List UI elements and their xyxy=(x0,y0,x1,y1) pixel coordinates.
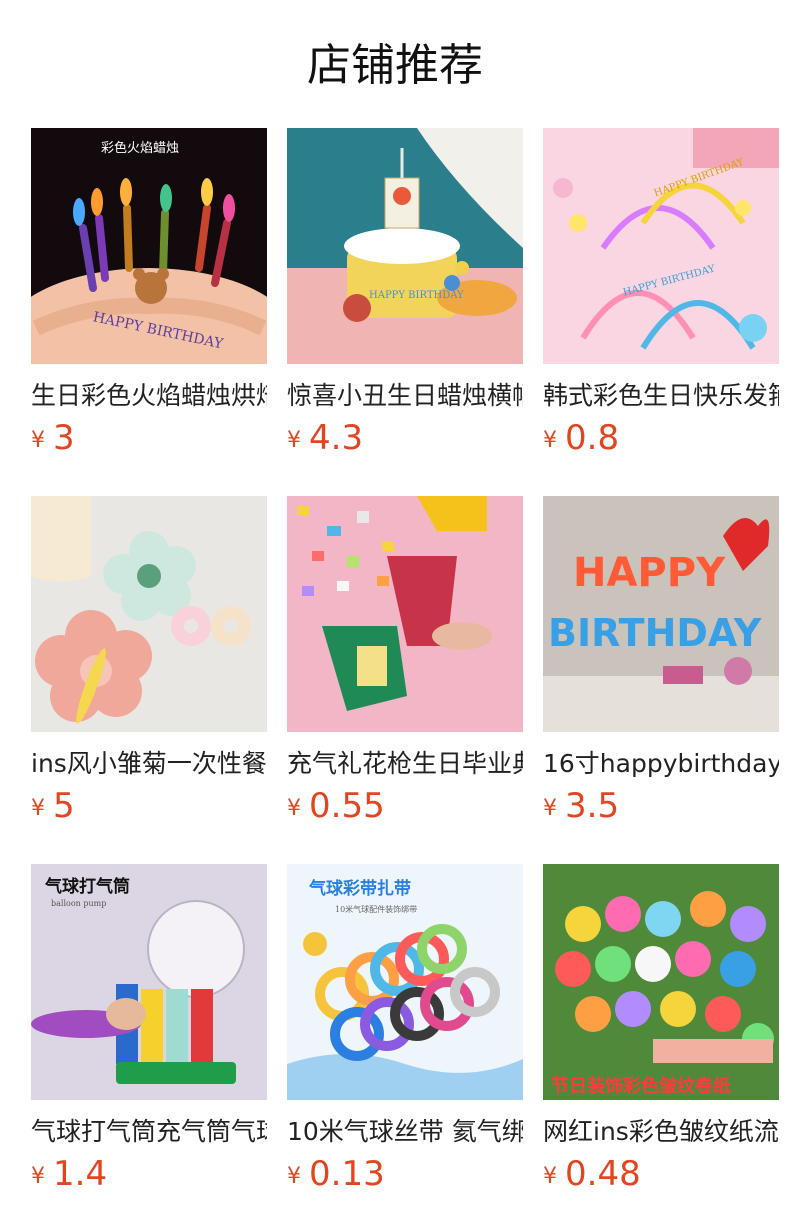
currency-symbol: ¥ xyxy=(287,1164,301,1189)
svg-text:气球彩带扎带: 气球彩带扎带 xyxy=(308,878,411,899)
product-name: 韩式彩色生日快乐发箍 xyxy=(543,381,779,410)
price-value: 5 xyxy=(53,786,75,826)
price-value: 3.5 xyxy=(565,786,620,826)
product-card[interactable]: 充气礼花枪生日毕业典礼 ¥0.55 xyxy=(287,496,523,864)
currency-symbol: ¥ xyxy=(31,1164,45,1189)
product-price: ¥0.55 xyxy=(287,786,385,826)
product-price: ¥4.3 xyxy=(287,418,363,458)
page-title: 店铺推荐 xyxy=(307,40,483,91)
currency-symbol: ¥ xyxy=(31,428,45,453)
currency-symbol: ¥ xyxy=(543,1164,557,1189)
product-card[interactable]: 节日装饰彩色皱纹卷纸 网红ins彩色皱纹纸流苏 ¥0.48 xyxy=(543,864,779,1232)
store-recommend-page: 店铺推荐 彩色火焰蜡烛 HAPPY BIRTHDAY 生日彩色火焰蜡烛烘焙 ¥ … xyxy=(0,0,790,1232)
product-name: ins风小雏菊一次性餐盘 xyxy=(31,749,267,778)
product-name: 16寸happybirthday字母气球 xyxy=(543,749,779,778)
product-image[interactable]: 气球打气筒 balloon pump xyxy=(31,864,267,1100)
price-value: 3 xyxy=(53,418,75,458)
product-card[interactable]: HAPPY BIRTHDAY 16寸happybirthday字母气球 ¥3.5 xyxy=(543,496,779,864)
product-card[interactable]: ins风小雏菊一次性餐盘 ¥5 xyxy=(31,496,267,864)
svg-text:BIRTHDAY: BIRTHDAY xyxy=(548,611,762,655)
currency-symbol: ¥ xyxy=(31,796,45,821)
product-price: ¥1.4 xyxy=(31,1154,107,1194)
product-price: ¥0.8 xyxy=(543,418,619,458)
price-value: 0.55 xyxy=(309,786,385,826)
currency-symbol: ¥ xyxy=(543,796,557,821)
product-name: 充气礼花枪生日毕业典礼 xyxy=(287,749,523,778)
price-value: 0.13 xyxy=(309,1154,385,1194)
product-card[interactable]: HAPPY BIRTHDAY HAPPY BIRTHDAY 韩式彩色生日快乐发箍… xyxy=(543,128,779,496)
product-card[interactable]: 气球打气筒 balloon pump 气球打气筒充气筒气球工具 ¥1.4 xyxy=(31,864,267,1232)
product-card[interactable]: HAPPY BIRTHDAY 惊喜小丑生日蜡烛横幅 ¥4.3 xyxy=(287,128,523,496)
currency-symbol: ¥ xyxy=(287,796,301,821)
product-grid: 彩色火焰蜡烛 HAPPY BIRTHDAY 生日彩色火焰蜡烛烘焙 ¥3 HAPP… xyxy=(31,128,779,1232)
currency-symbol: ¥ xyxy=(543,428,557,453)
product-image[interactable]: HAPPY BIRTHDAY xyxy=(287,128,523,364)
product-image[interactable] xyxy=(287,496,523,732)
product-card[interactable]: 气球彩带扎带 10米气球配件装饰绑带 10米气球丝带 氦气绑带 ¥0.13 xyxy=(287,864,523,1232)
product-name: 10米气球丝带 氦气绑带 xyxy=(287,1117,523,1146)
product-image[interactable]: 气球彩带扎带 10米气球配件装饰绑带 xyxy=(287,864,523,1100)
product-image[interactable]: 节日装饰彩色皱纹卷纸 xyxy=(543,864,779,1100)
product-name: 生日彩色火焰蜡烛烘焙 xyxy=(31,381,267,410)
product-image[interactable] xyxy=(31,496,267,732)
svg-text:balloon pump: balloon pump xyxy=(51,899,106,908)
currency-symbol: ¥ xyxy=(287,428,301,453)
svg-text:HAPPY: HAPPY xyxy=(573,550,726,596)
svg-text:彩色火焰蜡烛: 彩色火焰蜡烛 xyxy=(101,140,179,156)
svg-text:气球打气筒: 气球打气筒 xyxy=(44,876,130,897)
product-image[interactable]: HAPPY BIRTHDAY xyxy=(543,496,779,732)
price-value: 1.4 xyxy=(53,1154,108,1194)
product-price: ¥3 xyxy=(31,418,75,458)
product-name: 惊喜小丑生日蜡烛横幅 xyxy=(287,381,523,410)
product-card[interactable]: 彩色火焰蜡烛 HAPPY BIRTHDAY 生日彩色火焰蜡烛烘焙 ¥3 xyxy=(31,128,267,496)
product-price: ¥3.5 xyxy=(543,786,619,826)
product-name: 气球打气筒充气筒气球工具 xyxy=(31,1117,267,1146)
price-value: 0.8 xyxy=(565,418,620,458)
svg-text:10米气球配件装饰绑带: 10米气球配件装饰绑带 xyxy=(335,904,417,914)
price-value: 4.3 xyxy=(309,418,364,458)
product-price: ¥5 xyxy=(31,786,75,826)
price-value: 0.48 xyxy=(565,1154,641,1194)
svg-text:HAPPY BIRTHDAY: HAPPY BIRTHDAY xyxy=(369,290,464,301)
product-price: ¥0.48 xyxy=(543,1154,641,1194)
product-name: 网红ins彩色皱纹纸流苏 xyxy=(543,1117,779,1146)
svg-text:节日装饰彩色皱纹卷纸: 节日装饰彩色皱纹卷纸 xyxy=(551,1075,731,1097)
product-image[interactable]: HAPPY BIRTHDAY HAPPY BIRTHDAY xyxy=(543,128,779,364)
product-image[interactable]: 彩色火焰蜡烛 HAPPY BIRTHDAY xyxy=(31,128,267,364)
product-price: ¥0.13 xyxy=(287,1154,385,1194)
